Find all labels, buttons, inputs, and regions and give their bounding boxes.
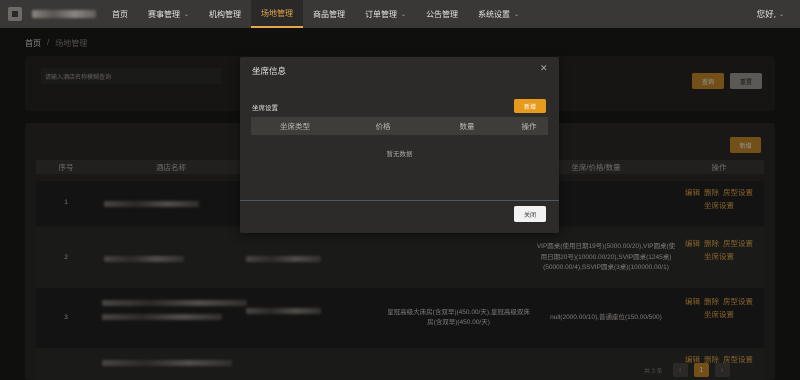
- chevron-down-icon: ⌄: [514, 11, 520, 18]
- user-menu[interactable]: 您好, ⌄: [757, 0, 784, 28]
- logo-icon[interactable]: [8, 7, 22, 21]
- add-seat-button[interactable]: 新增: [514, 99, 546, 113]
- nav-item-orders[interactable]: 订单管理 ⌄: [355, 0, 416, 28]
- dialog-footer-divider: [240, 200, 559, 201]
- top-navigation-bar: 首页 赛事管理 ⌄ 机构管理 场地管理 商品管理 订单管理 ⌄ 公告管理 系统设置 ⌄…: [0, 0, 800, 28]
- nav-item-announcements[interactable]: 公告管理: [416, 0, 468, 28]
- nav-item-venues[interactable]: 场地管理: [251, 0, 304, 28]
- seat-table-header: 坐席类型 价格 数量 操作: [251, 117, 548, 135]
- column-header-quantity: 数量: [459, 121, 475, 131]
- brand-name-redacted: [32, 10, 96, 18]
- nav-item-products[interactable]: 商品管理: [303, 0, 355, 28]
- main-nav: 首页 赛事管理 ⌄ 机构管理 场地管理 商品管理 订单管理 ⌄ 公告管理 系统设置 ⌄: [102, 0, 529, 28]
- seat-settings-label: 坐席设置: [252, 105, 278, 112]
- dialog-title: 坐席信息: [252, 66, 287, 76]
- empty-state-text: 暂无数据: [386, 151, 413, 158]
- chevron-down-icon: ⌄: [778, 11, 784, 18]
- column-header-seat-type: 坐席类型: [280, 121, 310, 131]
- chevron-down-icon: ⌄: [401, 11, 407, 18]
- nav-item-organizations[interactable]: 机构管理: [199, 0, 251, 28]
- close-icon[interactable]: ✕: [540, 63, 548, 74]
- nav-item-settings[interactable]: 系统设置 ⌄: [468, 0, 529, 28]
- nav-item-events[interactable]: 赛事管理 ⌄: [138, 0, 199, 28]
- chevron-down-icon: ⌄: [184, 11, 190, 18]
- close-dialog-button[interactable]: 关闭: [514, 206, 546, 222]
- seat-info-dialog: 坐席信息 ✕ 坐席设置 新增 坐席类型 价格 数量 操作 暂无数据 关闭: [240, 57, 559, 233]
- column-header-actions: 操作: [521, 121, 537, 131]
- column-header-price: 价格: [375, 121, 391, 131]
- nav-item-home[interactable]: 首页: [102, 0, 138, 28]
